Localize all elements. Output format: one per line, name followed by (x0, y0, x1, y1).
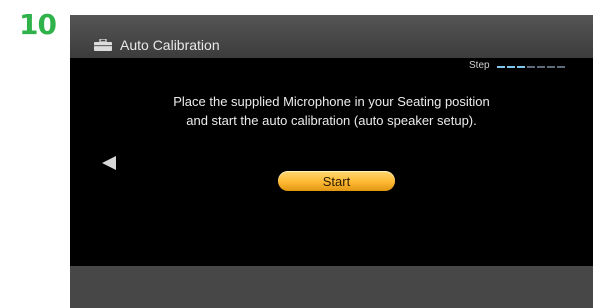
step-dash (557, 66, 565, 68)
step-dash (517, 66, 525, 68)
step-dash (507, 66, 515, 68)
tv-screen: Auto Calibration Step Place the supplied… (70, 15, 593, 308)
left-arrow-icon[interactable] (102, 156, 116, 170)
toolbox-icon (94, 39, 112, 51)
step-progress-indicator (497, 66, 565, 68)
window-title: Auto Calibration (120, 37, 220, 53)
start-button-label: Start (322, 173, 351, 189)
instruction-line-2: and start the auto calibration (auto spe… (186, 113, 477, 128)
step-dash (527, 66, 535, 68)
content-area: Step Place the supplied Microphone in yo… (70, 58, 593, 266)
step-label: Step (469, 60, 490, 71)
step-dash (547, 66, 555, 68)
step-dash (497, 66, 505, 68)
title-bar: Auto Calibration (70, 15, 593, 58)
step-number: 10 (19, 8, 57, 41)
instruction-text: Place the supplied Microphone in your Se… (90, 92, 573, 130)
instruction-line-1: Place the supplied Microphone in your Se… (173, 94, 490, 109)
step-dash (537, 66, 545, 68)
start-button[interactable]: Start (278, 171, 395, 191)
footer-bar (70, 266, 593, 308)
